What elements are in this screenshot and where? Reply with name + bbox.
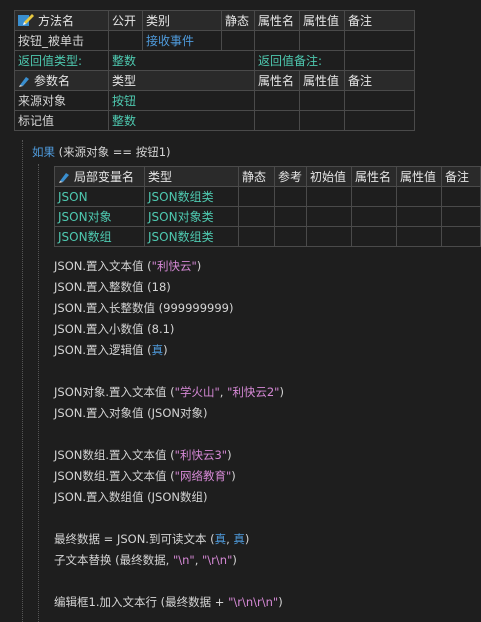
attr-name-cell[interactable] — [254, 30, 300, 51]
param-attr-name-header: 属性名 — [254, 70, 300, 91]
note-header: 备注 — [344, 10, 415, 31]
indent-guide — [22, 140, 23, 622]
local-type-cell[interactable]: JSON数组类 — [144, 226, 239, 247]
table-row: JSON对象 JSON对象类 — [54, 206, 481, 227]
code-line[interactable]: JSON.置入整数值 (18) — [54, 279, 171, 295]
local-cell[interactable] — [274, 186, 307, 207]
local-cell[interactable] — [238, 206, 275, 227]
local-cell[interactable] — [306, 226, 352, 247]
param-type-cell[interactable]: 整数 — [108, 110, 255, 131]
code-line[interactable]: 编辑框1.加入文本行 (最终数据 + "\r\n\r\n") — [54, 594, 283, 610]
local-type-header: 类型 — [144, 166, 239, 187]
param-note-header: 备注 — [344, 70, 415, 91]
local-ref-header: 参考 — [274, 166, 307, 187]
code-line[interactable]: 最终数据 = JSON.到可读文本 (真, 真) — [54, 531, 249, 547]
param-type-header: 类型 — [108, 70, 255, 91]
param-attr-name-cell[interactable] — [254, 90, 300, 111]
category-cell[interactable]: 接收事件 — [142, 30, 222, 51]
code-line[interactable]: 子文本替换 (最终数据, "\n", "\r\n") — [54, 552, 237, 568]
param-type-cell[interactable]: 按钮 — [108, 90, 255, 111]
attr-value-cell[interactable] — [299, 30, 345, 51]
static-cell[interactable] — [221, 30, 255, 51]
local-cell[interactable] — [306, 186, 352, 207]
method-table: 方法名 公开 类别 静态 属性名 属性值 备注 按钮_被单击 接收事件 返回值类… — [14, 10, 415, 131]
local-cell[interactable] — [396, 226, 442, 247]
local-note-header: 备注 — [441, 166, 481, 187]
param-attr-value-header: 属性值 — [299, 70, 345, 91]
local-cell[interactable] — [238, 186, 275, 207]
public-cell[interactable] — [108, 30, 143, 51]
code-line[interactable]: JSON.置入长整数值 (999999999) — [54, 300, 233, 316]
edit-method-icon — [18, 13, 34, 30]
attr-value-header: 属性值 — [299, 10, 345, 31]
local-cell[interactable] — [441, 186, 481, 207]
local-cell[interactable] — [351, 206, 397, 227]
local-cell[interactable] — [441, 226, 481, 247]
local-cell[interactable] — [351, 226, 397, 247]
local-cell[interactable] — [306, 206, 352, 227]
local-cell[interactable] — [274, 226, 307, 247]
param-name-header: 参数名 — [14, 70, 109, 91]
return-type-label: 返回值类型: — [14, 50, 109, 71]
local-static-header: 静态 — [238, 166, 275, 187]
category-header: 类别 — [142, 10, 222, 31]
return-note-value[interactable] — [344, 50, 415, 71]
method-name-header: 方法名 — [14, 10, 109, 31]
local-var-icon — [58, 171, 70, 186]
static-header: 静态 — [221, 10, 255, 31]
param-note-cell[interactable] — [344, 110, 415, 131]
if-statement[interactable]: 如果 (来源对象 == 按钮1) — [32, 144, 171, 160]
return-note-label: 返回值备注: — [254, 50, 345, 71]
code-line[interactable]: JSON.置入小数值 (8.1) — [54, 321, 174, 337]
local-name-header: 局部变量名 — [54, 166, 145, 187]
local-attr-name-header: 属性名 — [351, 166, 397, 187]
code-line[interactable]: JSON对象.置入文本值 ("学火山", "利快云2") — [54, 384, 284, 400]
code-line[interactable]: JSON.置入数组值 (JSON数组) — [54, 489, 207, 505]
if-keyword: 如果 — [32, 145, 55, 159]
local-cell[interactable] — [441, 206, 481, 227]
param-attr-value-cell[interactable] — [299, 110, 345, 131]
code-line[interactable]: JSON.置入文本值 ("利快云") — [54, 258, 201, 274]
local-cell[interactable] — [396, 186, 442, 207]
param-attr-value-cell[interactable] — [299, 90, 345, 111]
local-cell[interactable] — [396, 206, 442, 227]
local-name-cell[interactable]: JSON — [54, 186, 145, 207]
param-name-cell[interactable]: 来源对象 — [14, 90, 109, 111]
public-header: 公开 — [108, 10, 143, 31]
table-row: JSON数组 JSON数组类 — [54, 226, 481, 247]
param-attr-name-cell[interactable] — [254, 110, 300, 131]
local-type-cell[interactable]: JSON对象类 — [144, 206, 239, 227]
return-type-value[interactable]: 整数 — [108, 50, 255, 71]
param-note-cell[interactable] — [344, 90, 415, 111]
locals-table: 局部变量名 类型 静态 参考 初始值 属性名 属性值 备注 JSON JSON数… — [54, 166, 481, 247]
local-cell[interactable] — [351, 186, 397, 207]
local-attr-value-header: 属性值 — [396, 166, 442, 187]
param-icon — [18, 75, 30, 90]
code-line[interactable]: JSON.置入对象值 (JSON对象) — [54, 405, 207, 421]
if-condition: (来源对象 == 按钮1) — [55, 145, 171, 159]
local-cell[interactable] — [238, 226, 275, 247]
method-name-cell[interactable]: 按钮_被单击 — [14, 30, 109, 51]
code-line[interactable]: JSON.置入逻辑值 (真) — [54, 342, 168, 358]
note-cell[interactable] — [344, 30, 415, 51]
indent-guide — [38, 164, 39, 622]
local-type-cell[interactable]: JSON数组类 — [144, 186, 239, 207]
local-cell[interactable] — [274, 206, 307, 227]
table-row: JSON JSON数组类 — [54, 186, 481, 207]
local-name-cell[interactable]: JSON数组 — [54, 226, 145, 247]
code-line[interactable]: JSON数组.置入文本值 ("网络教育") — [54, 468, 236, 484]
code-line[interactable]: JSON数组.置入文本值 ("利快云3") — [54, 447, 232, 463]
attr-name-header: 属性名 — [254, 10, 300, 31]
local-init-header: 初始值 — [306, 166, 352, 187]
param-name-cell[interactable]: 标记值 — [14, 110, 109, 131]
local-name-cell[interactable]: JSON对象 — [54, 206, 145, 227]
